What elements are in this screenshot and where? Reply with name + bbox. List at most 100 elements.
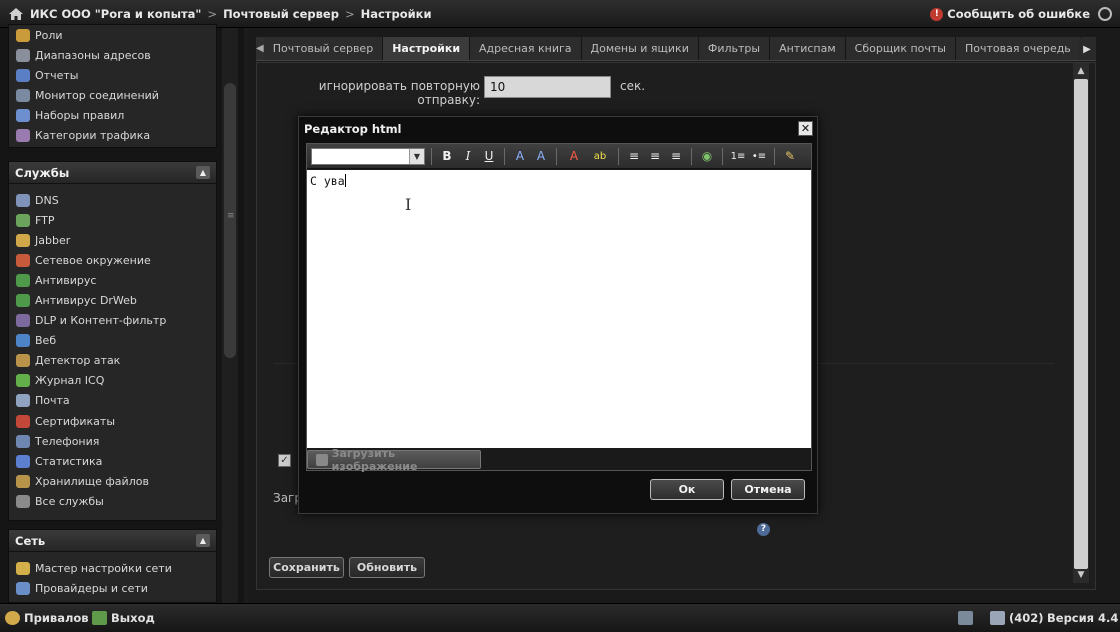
option-checkbox[interactable]: ✓ [278,454,291,467]
help-icon[interactable]: ? [757,523,770,536]
dock-button[interactable] [958,611,973,625]
services-header[interactable]: Службы ▲ [9,162,216,184]
image-icon [316,453,328,466]
italic-button[interactable]: I [459,147,477,165]
services-item[interactable]: Сертификаты [9,411,216,431]
network-env-icon [16,253,30,267]
content-scrollbar[interactable]: ▲ ▼ [1073,63,1089,583]
tab-6[interactable]: Сборщик почты [845,37,956,60]
services-item[interactable]: Антивирус DrWeb [9,290,216,310]
user-menu[interactable]: Привалов [5,611,89,625]
logout-button[interactable]: Выход [92,611,155,625]
save-button[interactable]: Сохранить [269,557,344,578]
services-item[interactable]: Хранилище файлов [9,471,216,491]
ordered-list-icon[interactable]: 1≡ [729,147,747,165]
underline-button[interactable]: U [480,147,498,165]
services-item[interactable]: Все службы [9,491,216,511]
services-item-label: DNS [35,193,59,207]
sidebar-item-label: Роли [35,28,63,42]
upload-image-button[interactable]: Загрузить изображение [307,447,481,473]
sidebar-item[interactable]: Категории трафика [9,125,216,145]
network-item[interactable]: Мастер настройки сети [9,558,216,578]
mail-icon [16,394,30,408]
tab-7[interactable]: Почтовая очередь [955,37,1081,60]
breadcrumb-item-mail-server[interactable]: Почтовый сервер [223,7,339,21]
services-item[interactable]: Сетевое окружение [9,250,216,270]
tab-4[interactable]: Фильтры [698,37,771,60]
tab-2[interactable]: Адресная книга [470,37,582,60]
align-left-icon[interactable]: ≡ [625,147,643,165]
messages-button[interactable]: (402) [990,611,1044,625]
sidebar-scrollbar[interactable]: ≡ [222,28,238,603]
services-item[interactable]: Веб [9,331,216,351]
align-center-icon[interactable]: ≡ [646,147,664,165]
unordered-list-icon[interactable]: •≡ [750,147,768,165]
tab-scroll-left-icon[interactable]: ◀ [256,37,264,60]
superscript-icon[interactable]: A [532,147,550,165]
services-item[interactable]: Телефония [9,431,216,451]
resend-unit: сек. [620,79,646,93]
network-item[interactable]: Провайдеры и сети [9,578,216,598]
services-item[interactable]: Статистика [9,451,216,471]
text-color-icon[interactable]: A [563,147,585,165]
power-icon[interactable] [1098,7,1112,21]
close-icon[interactable]: ✕ [798,121,813,136]
services-item[interactable]: FTP [9,210,216,230]
toolbar-separator [431,147,432,165]
sidebar-item[interactable]: Диапазоны адресов [9,45,216,65]
sidebar-item-label: Отчеты [35,68,79,82]
home-icon[interactable] [8,7,24,21]
services-item-label: Jabber [35,233,71,247]
sidebar-item[interactable]: Отчеты [9,65,216,85]
cancel-button[interactable]: Отмена [731,479,805,500]
tab-5[interactable]: Антиспам [770,37,846,60]
upload-image-label: Загрузить изображение [331,446,418,473]
dialog-title: Редактор html [304,122,402,136]
editor-content-area[interactable]: С ува I [307,170,811,448]
highlight-color-icon[interactable]: ab [588,147,612,165]
services-item[interactable]: DLP и Контент-фильтр [9,311,216,331]
scroll-up-icon[interactable]: ▲ [1073,63,1089,79]
exit-icon [92,611,107,625]
font-select[interactable]: ▼ [311,147,425,165]
services-item[interactable]: DNS [9,190,216,210]
providers-icon [16,581,30,595]
source-edit-icon[interactable]: ✎ [781,147,799,165]
resend-input[interactable]: 10 [484,76,611,98]
collapse-icon[interactable]: ▲ [196,166,210,179]
services-item[interactable]: Почта [9,391,216,411]
scroll-down-icon[interactable]: ▼ [1073,567,1089,583]
services-item-label: Журнал ICQ [35,374,105,388]
tab-3[interactable]: Домены и ящики [581,37,699,60]
drweb-icon [16,294,30,308]
refresh-button[interactable]: Обновить [349,557,425,578]
ok-button[interactable]: Ок [650,479,724,500]
sidebar-item[interactable]: Наборы правил [9,105,216,125]
sidebar-item[interactable]: Роли [9,25,216,45]
services-item[interactable]: Журнал ICQ [9,371,216,391]
jabber-icon [16,233,30,247]
logout-label: Выход [111,611,155,625]
chat-icon [990,611,1005,625]
services-item-label: FTP [35,213,55,227]
report-icon [16,68,30,82]
tab-scroll-right-icon[interactable]: ▶ [1078,38,1096,60]
services-item[interactable]: Антивирус [9,270,216,290]
content-scroll-thumb[interactable] [1074,79,1088,569]
align-right-icon[interactable]: ≡ [667,147,685,165]
subscript-icon[interactable]: A [511,147,529,165]
tab-0[interactable]: Почтовый сервер [263,37,384,60]
tab-1[interactable]: Настройки [383,37,471,60]
services-item[interactable]: Детектор атак [9,351,216,371]
report-bug-button[interactable]: ! Сообщить об ошибке [930,7,1090,21]
breadcrumb-item-organization[interactable]: ИКС ООО "Рога и копыта" [30,7,201,21]
insert-link-icon[interactable]: ◉ [698,147,716,165]
messages-count: (402) [1009,611,1044,625]
chevron-down-icon[interactable]: ▼ [409,148,424,164]
network-header[interactable]: Сеть ▲ [9,530,216,552]
attack-detector-icon [16,354,30,368]
services-item[interactable]: Jabber [9,230,216,250]
collapse-icon[interactable]: ▲ [196,534,210,547]
sidebar-item[interactable]: Монитор соединений [9,85,216,105]
bold-button[interactable]: B [438,147,456,165]
